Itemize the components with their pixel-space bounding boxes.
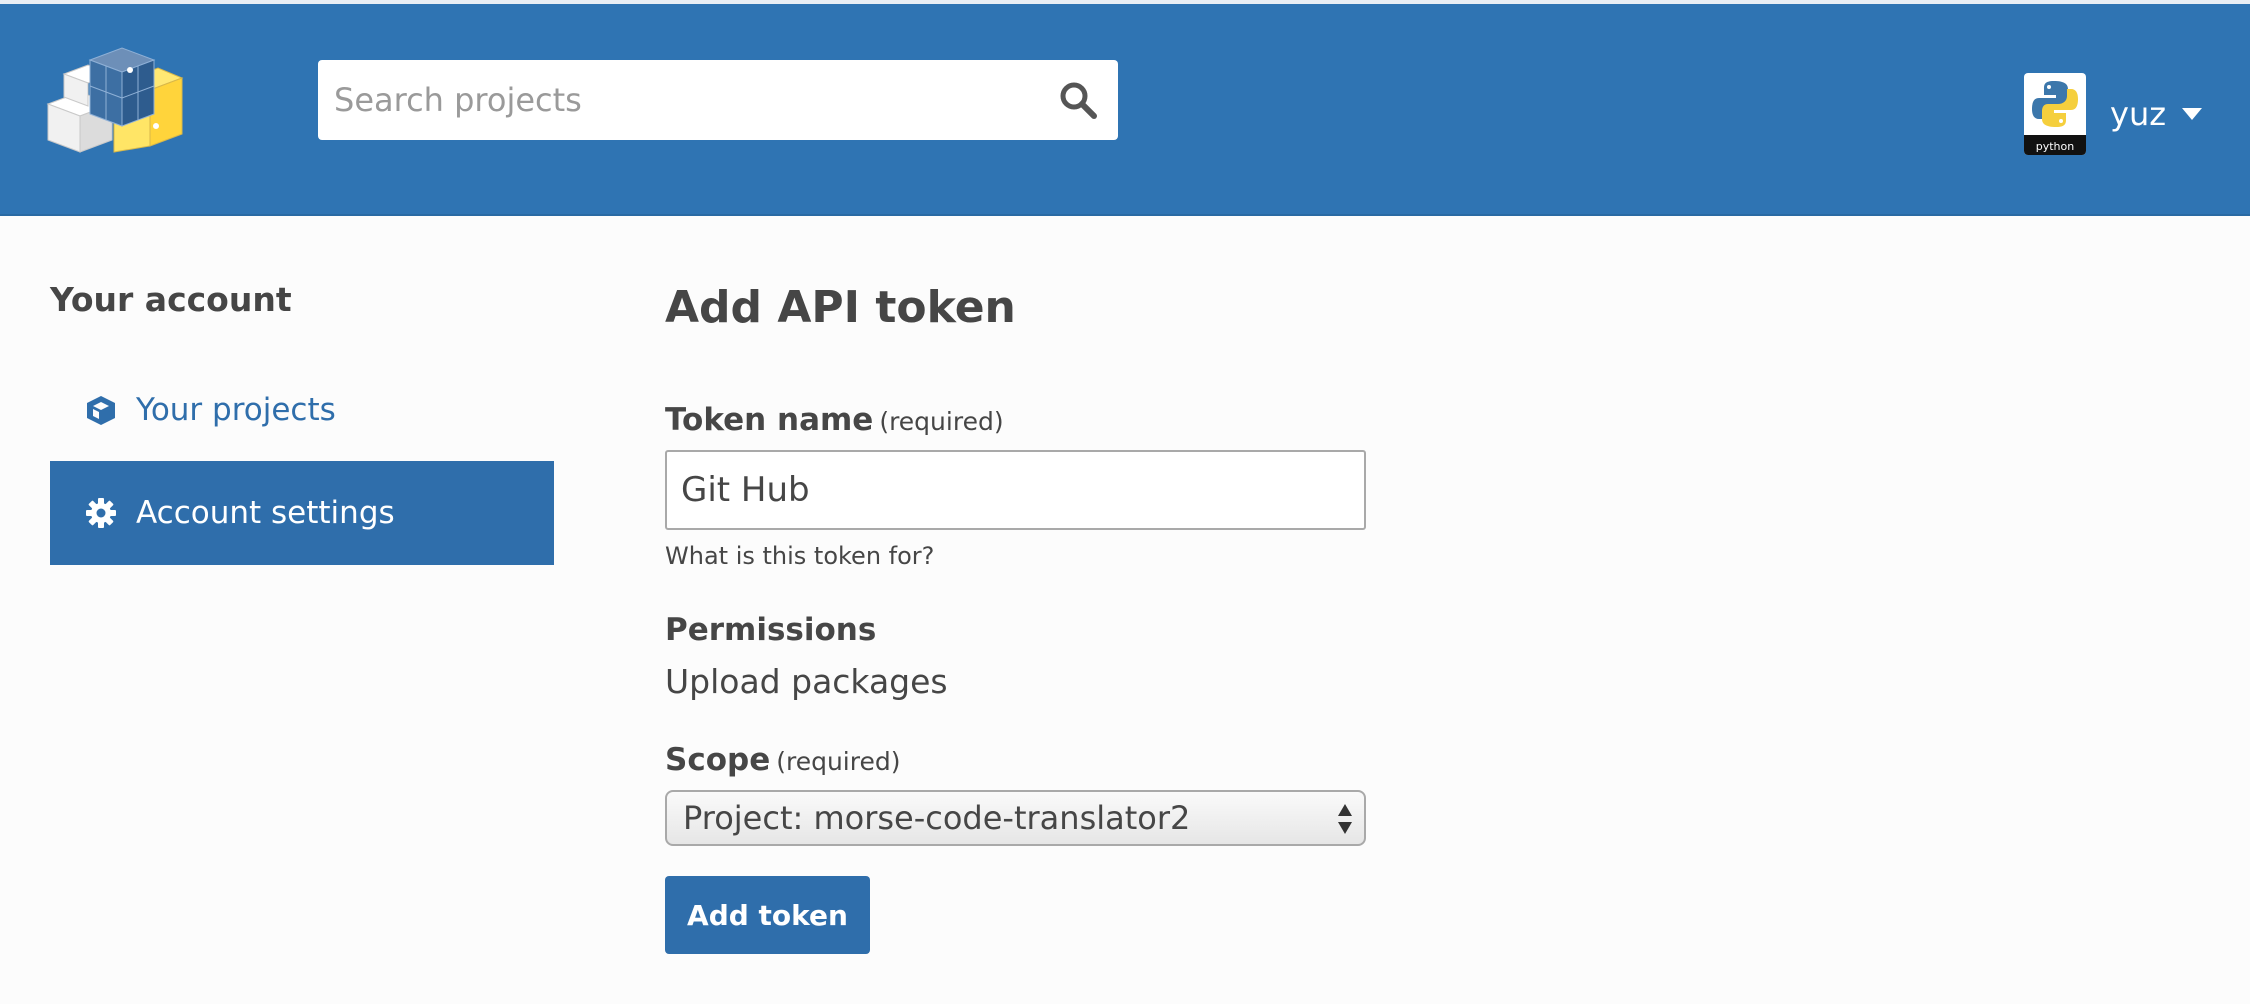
search-icon	[1060, 82, 1097, 119]
avatar: python	[2024, 73, 2086, 155]
avatar-caption-band: python	[2024, 135, 2086, 155]
scope-label: Scope (required)	[665, 742, 900, 778]
sidebar-item-label: Your projects	[136, 392, 336, 428]
svg-text:python: python	[2036, 140, 2075, 153]
search-bar	[318, 60, 1118, 140]
sidebar-item-your-projects[interactable]: Your projects	[50, 358, 554, 462]
page-title: Add API token	[665, 282, 1016, 333]
required-hint: (required)	[879, 407, 1004, 436]
search-input[interactable]	[318, 60, 1038, 140]
user-menu[interactable]: python yuz	[2024, 72, 2203, 156]
permissions-label: Permissions	[665, 612, 877, 648]
token-name-label: Token name (required)	[665, 402, 1004, 438]
pypi-cubes-logo-icon	[46, 47, 184, 153]
pypi-logo[interactable]	[44, 34, 184, 158]
caret-down-icon[interactable]	[2182, 108, 2203, 120]
python-logo-avatar	[2032, 81, 2078, 127]
username[interactable]: yuz	[2110, 95, 2166, 133]
site-header: python yuz	[0, 0, 2250, 216]
required-hint: (required)	[776, 747, 901, 776]
permissions-value: Upload packages	[665, 662, 948, 701]
python-wordmark: python	[2036, 140, 2075, 153]
scope-selected-value: Project: morse-code-translator2	[683, 799, 1191, 837]
sidebar-item-label: Account settings	[136, 495, 395, 531]
search-button[interactable]	[1038, 60, 1118, 140]
token-name-help: What is this token for?	[665, 542, 935, 570]
scope-select[interactable]: Project: morse-code-translator2	[665, 790, 1366, 846]
add-token-button[interactable]: Add token	[665, 876, 870, 954]
gear-icon	[84, 496, 118, 530]
select-arrows-icon	[1338, 804, 1352, 834]
cube-icon	[84, 393, 118, 427]
scope-label-text: Scope	[665, 742, 771, 778]
token-name-label-text: Token name	[665, 402, 874, 438]
token-name-input[interactable]	[665, 450, 1366, 530]
sidebar-title: Your account	[50, 280, 292, 319]
sidebar-item-account-settings[interactable]: Account settings	[50, 461, 554, 565]
